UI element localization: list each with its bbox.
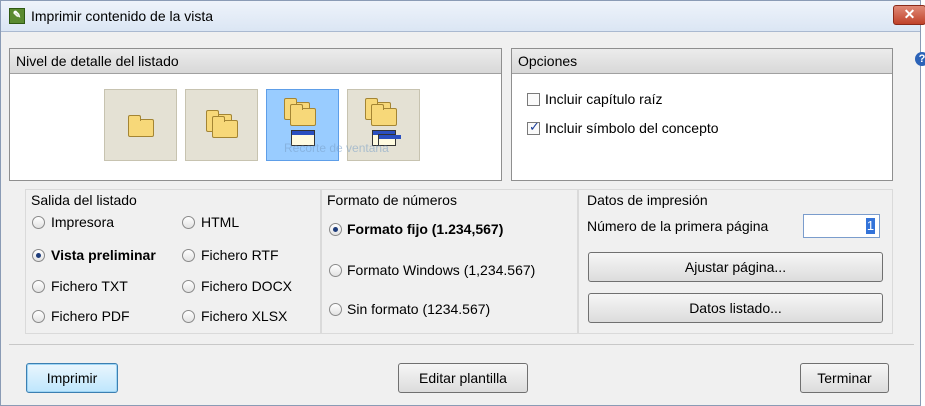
radio-windows-format-label: Formato Windows (1,234.567) <box>347 262 536 278</box>
window-title: Imprimir contenido de la vista <box>31 8 214 24</box>
print-button[interactable]: Imprimir <box>26 363 118 393</box>
radio-pdf[interactable] <box>32 310 45 323</box>
radio-html-label: HTML <box>201 214 240 230</box>
radio-docx-label: Fichero DOCX <box>201 278 293 294</box>
app-icon: ✎ <box>9 8 25 24</box>
include-concept-symbol-checkbox[interactable] <box>527 120 540 135</box>
radio-xlsx-label: Fichero XLSX <box>201 308 288 324</box>
detail-level-title: Nivel de detalle del listado <box>10 49 501 74</box>
radio-docx[interactable] <box>182 280 195 293</box>
include-root-chapter-checkbox[interactable] <box>527 93 540 106</box>
include-root-chapter-label: Incluir capítulo raíz <box>545 91 663 107</box>
radio-fixed-format-label: Formato fijo (1.234,567) <box>347 221 504 237</box>
radio-xlsx[interactable] <box>182 310 195 323</box>
radio-no-format[interactable] <box>329 303 342 316</box>
radio-fixed-format[interactable] <box>329 223 342 236</box>
radio-rtf-label: Fichero RTF <box>201 247 279 263</box>
radio-rtf[interactable] <box>182 249 195 262</box>
detail-level-2-tile[interactable] <box>185 89 258 161</box>
output-group-title: Salida del listado <box>31 192 137 208</box>
options-title: Opciones <box>512 49 892 74</box>
list-data-button[interactable]: Datos listado... <box>588 293 883 323</box>
folder-icon <box>371 104 397 126</box>
folder-icon <box>290 104 316 126</box>
folder-icon <box>212 116 238 138</box>
detail-level-1-tile[interactable] <box>104 89 177 161</box>
first-page-value: 1 <box>866 218 875 234</box>
options-panel: Opciones <box>511 48 893 181</box>
radio-printer-label: Impresora <box>51 214 115 230</box>
watermark-text: Recorte de ventana <box>284 141 389 155</box>
radio-html[interactable] <box>182 216 195 229</box>
close-icon[interactable]: ✕ <box>893 5 925 25</box>
footer-separator <box>9 344 914 345</box>
finish-button[interactable]: Terminar <box>800 363 889 393</box>
include-concept-symbol-label: Incluir símbolo del concepto <box>545 120 719 136</box>
print-data-group-title: Datos de impresión <box>587 192 708 208</box>
adjust-page-button[interactable]: Ajustar página... <box>588 252 883 282</box>
radio-windows-format[interactable] <box>329 264 342 277</box>
radio-txt[interactable] <box>32 280 45 293</box>
title-bar: ✎ Imprimir contenido de la vista ✕ <box>1 1 925 32</box>
help-icon[interactable]: ? <box>915 52 925 66</box>
radio-txt-label: Fichero TXT <box>51 278 128 294</box>
folder-icon <box>128 115 154 137</box>
radio-no-format-label: Sin formato (1234.567) <box>347 301 491 317</box>
radio-printer[interactable] <box>32 216 45 229</box>
first-page-label: Número de la primera página <box>587 218 769 234</box>
radio-preview-label: Vista preliminar <box>51 247 156 263</box>
radio-pdf-label: Fichero PDF <box>51 308 130 324</box>
radio-preview[interactable] <box>32 249 45 262</box>
number-format-group-title: Formato de números <box>327 192 457 208</box>
print-dialog: ✎ Imprimir contenido de la vista ✕ Nivel… <box>0 0 925 406</box>
first-page-input[interactable]: 1 <box>803 214 880 238</box>
edit-template-button[interactable]: Editar plantilla <box>398 363 528 393</box>
